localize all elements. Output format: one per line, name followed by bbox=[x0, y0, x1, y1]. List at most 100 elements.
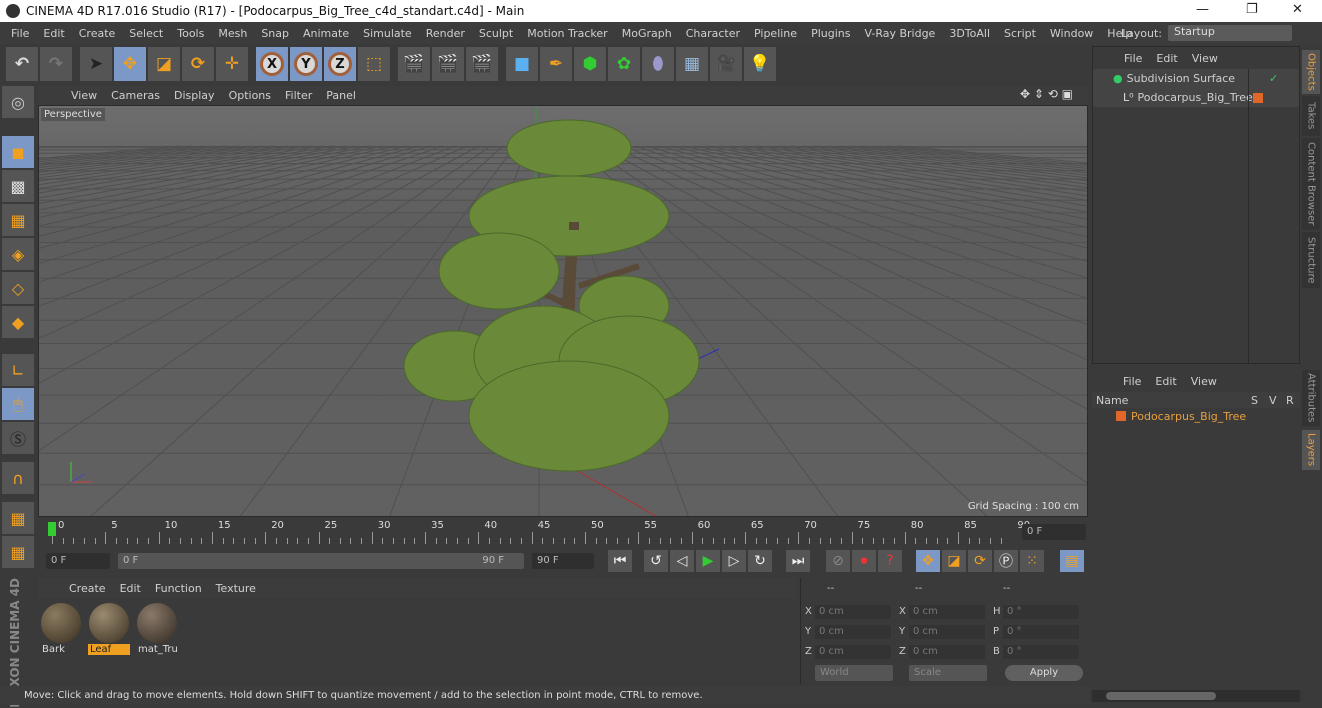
go-to-start-icon[interactable]: ⏮ bbox=[608, 550, 632, 572]
objects-menu-file[interactable]: File bbox=[1117, 52, 1149, 65]
layer-row[interactable]: Podocarpus_Big_Tree bbox=[1092, 408, 1300, 424]
previous-frame-icon[interactable]: ◁ bbox=[670, 550, 694, 572]
menu-snap[interactable]: Snap bbox=[254, 27, 296, 40]
points-mode-icon[interactable]: ◈ bbox=[2, 238, 34, 270]
select-tool-icon[interactable]: ➤ bbox=[80, 47, 112, 81]
coordinate-system-icon[interactable]: ⬚ bbox=[358, 47, 390, 81]
tab-structure[interactable]: Structure bbox=[1302, 232, 1320, 288]
lock-workplane-icon[interactable]: ▦ bbox=[2, 502, 34, 534]
solo-icon[interactable]: Ⓢ bbox=[2, 422, 34, 454]
enabled-check-icon[interactable]: ✓ bbox=[1269, 72, 1278, 85]
layout-dropdown[interactable]: Startup bbox=[1168, 25, 1292, 41]
timeline[interactable]: 051015202530354045505560657075808590 0 F bbox=[38, 518, 1090, 546]
material-mat-tru[interactable]: mat_Tru bbox=[136, 602, 178, 658]
x-axis-button[interactable]: X bbox=[256, 47, 288, 81]
timeline-window-icon[interactable]: ▤ bbox=[1060, 550, 1084, 572]
menu-simulate[interactable]: Simulate bbox=[356, 27, 419, 40]
key-position-icon[interactable]: ✥ bbox=[916, 550, 940, 572]
workplane-icon[interactable]: ▦ bbox=[2, 204, 34, 236]
next-frame-icon[interactable]: ▷ bbox=[722, 550, 746, 572]
viewport-nav-icons[interactable]: ✥ ⇕ ⟲ ▣ bbox=[1020, 87, 1073, 101]
go-to-end-icon[interactable]: ⏭ bbox=[786, 550, 810, 572]
viewport-menu-filter[interactable]: Filter bbox=[278, 89, 319, 102]
menu-3dtoall[interactable]: 3DToAll bbox=[942, 27, 997, 40]
menu-select[interactable]: Select bbox=[122, 27, 170, 40]
scale-tool-icon[interactable]: ◪ bbox=[148, 47, 180, 81]
coord-field[interactable]: 0 cm bbox=[909, 625, 985, 639]
layer-color-swatch[interactable] bbox=[1116, 411, 1126, 421]
menu-create[interactable]: Create bbox=[72, 27, 123, 40]
viewport-menu-panel[interactable]: Panel bbox=[319, 89, 363, 102]
menu-tools[interactable]: Tools bbox=[170, 27, 211, 40]
coord-field[interactable]: 0 cm bbox=[815, 625, 891, 639]
record-icon[interactable]: ⊘ bbox=[826, 550, 850, 572]
menu-plugins[interactable]: Plugins bbox=[804, 27, 857, 40]
edges-mode-icon[interactable]: ◇ bbox=[2, 272, 34, 304]
menu-pipeline[interactable]: Pipeline bbox=[747, 27, 804, 40]
coord-field[interactable]: 0 ° bbox=[1003, 645, 1079, 659]
maximize-button[interactable]: ❐ bbox=[1246, 2, 1258, 17]
texture-mode-icon[interactable]: ▩ bbox=[2, 170, 34, 202]
playhead[interactable] bbox=[48, 522, 56, 536]
previous-key-icon[interactable]: ↺ bbox=[644, 550, 668, 572]
menu-mograph[interactable]: MoGraph bbox=[615, 27, 679, 40]
cube-icon[interactable]: ■ bbox=[506, 47, 538, 81]
coord-field[interactable]: 0 ° bbox=[1003, 625, 1079, 639]
pen-spline-icon[interactable]: ✒ bbox=[540, 47, 572, 81]
objects-menu-view[interactable]: View bbox=[1185, 52, 1225, 65]
subdivision-icon[interactable]: ⬢ bbox=[574, 47, 606, 81]
frame-range-slider[interactable]: 0 F 90 F bbox=[118, 553, 524, 569]
key-parameter-icon[interactable]: Ⓟ bbox=[994, 550, 1018, 572]
viewport-menu-display[interactable]: Display bbox=[167, 89, 222, 102]
layout-selector[interactable]: Layout: Startup bbox=[1121, 25, 1292, 41]
key-rotation-icon[interactable]: ⟳ bbox=[968, 550, 992, 572]
layers-menu-file[interactable]: File bbox=[1116, 375, 1148, 388]
close-button[interactable]: ✕ bbox=[1292, 2, 1303, 17]
undo-icon[interactable]: ↶ bbox=[6, 47, 38, 81]
viewport-menu-options[interactable]: Options bbox=[222, 89, 278, 102]
object-row[interactable]: L⁰ Podocarpus_Big_Tree bbox=[1093, 88, 1299, 107]
autokey-icon[interactable]: ⏺ bbox=[852, 550, 876, 572]
menu-motion-tracker[interactable]: Motion Tracker bbox=[520, 27, 614, 40]
current-frame-field[interactable]: 0 F bbox=[1022, 524, 1086, 540]
menu-character[interactable]: Character bbox=[679, 27, 747, 40]
array-icon[interactable]: ✿ bbox=[608, 47, 640, 81]
menu-v-ray-bridge[interactable]: V-Ray Bridge bbox=[857, 27, 942, 40]
viewport[interactable]: Perspective Grid Spacing : 100 cm bbox=[38, 105, 1088, 517]
transform-tool-icon[interactable]: ✛ bbox=[216, 47, 248, 81]
coord-field[interactable]: 0 cm bbox=[909, 645, 985, 659]
object-row[interactable]: ● Subdivision Surface ✓ bbox=[1093, 69, 1299, 88]
render-settings-icon[interactable]: 🎬 bbox=[466, 47, 498, 81]
material-leaf[interactable]: Leaf bbox=[88, 602, 130, 658]
start-frame-field[interactable]: 0 F bbox=[46, 553, 110, 569]
snap-magnet-icon[interactable]: ∩ bbox=[2, 462, 34, 494]
tweak-mode-icon[interactable]: 🖱 bbox=[2, 388, 34, 420]
tab-content-browser[interactable]: Content Browser bbox=[1302, 138, 1320, 230]
rotate-tool-icon[interactable]: ⟳ bbox=[182, 47, 214, 81]
viewport-menu-view[interactable]: View bbox=[64, 89, 104, 102]
tab-layers[interactable]: Layers bbox=[1302, 430, 1320, 470]
tab-attributes[interactable]: Attributes bbox=[1302, 370, 1320, 426]
coord-field[interactable]: 0 ° bbox=[1003, 605, 1079, 619]
menu-window[interactable]: Window bbox=[1043, 27, 1100, 40]
coord-field[interactable]: 0 cm bbox=[909, 605, 985, 619]
material-menu-create[interactable]: Create bbox=[62, 582, 113, 595]
material-menu-edit[interactable]: Edit bbox=[113, 582, 148, 595]
menu-file[interactable]: File bbox=[4, 27, 36, 40]
render-view-icon[interactable]: 🎬 bbox=[398, 47, 430, 81]
tab-takes[interactable]: Takes bbox=[1302, 96, 1320, 136]
material-menu-texture[interactable]: Texture bbox=[209, 582, 263, 595]
layer-color-icon[interactable] bbox=[1253, 92, 1263, 103]
planar-workplane-icon[interactable]: ▦ bbox=[2, 536, 34, 568]
layers-menu-edit[interactable]: Edit bbox=[1148, 375, 1183, 388]
menu-mesh[interactable]: Mesh bbox=[211, 27, 254, 40]
coord-field[interactable]: 0 cm bbox=[815, 605, 891, 619]
timeline-ruler[interactable]: 051015202530354045505560657075808590 bbox=[52, 518, 1030, 546]
menu-render[interactable]: Render bbox=[419, 27, 472, 40]
play-icon[interactable]: ▶ bbox=[696, 550, 720, 572]
light-icon[interactable]: 💡 bbox=[744, 47, 776, 81]
key-pla-icon[interactable]: ⁙ bbox=[1020, 550, 1044, 572]
key-scale-icon[interactable]: ◪ bbox=[942, 550, 966, 572]
deformer-icon[interactable]: ⬮ bbox=[642, 47, 674, 81]
keyframe-selection-icon[interactable]: ? bbox=[878, 550, 902, 572]
